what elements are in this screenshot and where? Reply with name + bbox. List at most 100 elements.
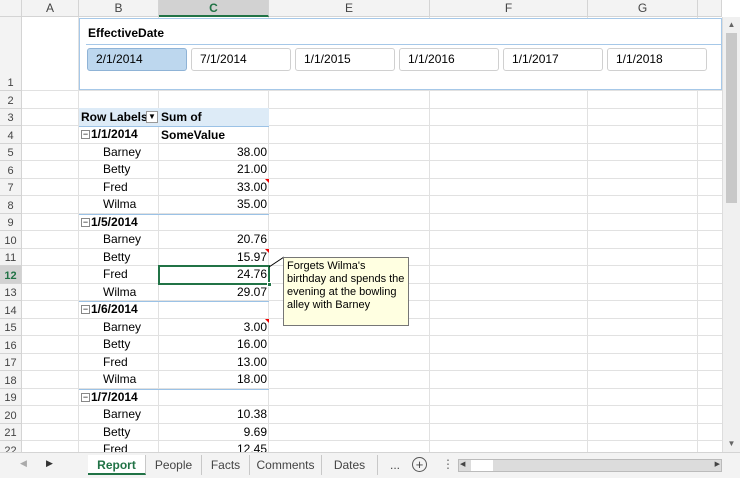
item-value[interactable]: 38.00 (159, 144, 267, 161)
row-header-14[interactable]: 14 (0, 301, 22, 319)
slicer-item[interactable]: 1/1/2017 (503, 48, 603, 71)
next-sheet-icon[interactable]: ▶ (46, 458, 53, 469)
item-name[interactable]: Betty (103, 161, 130, 178)
group-date-row[interactable]: −1/1/2014 (81, 126, 138, 143)
column-header-F[interactable]: F (430, 0, 588, 17)
item-value[interactable]: 13.00 (159, 354, 267, 371)
collapse-icon[interactable]: − (81, 305, 90, 315)
group-date: 1/5/2014 (91, 214, 138, 229)
item-value[interactable]: 9.69 (159, 424, 267, 441)
item-name[interactable]: Wilma (103, 284, 136, 301)
item-name[interactable]: Fred (103, 179, 128, 196)
scroll-thumb[interactable] (726, 33, 737, 203)
sheet-tab-report[interactable]: Report (88, 455, 146, 475)
slicer-item[interactable]: 2/1/2014 (87, 48, 187, 71)
scroll-up-icon[interactable]: ▲ (723, 17, 740, 33)
scroll-right-icon[interactable]: ▶ (715, 460, 720, 468)
group-date-row[interactable]: −1/5/2014 (81, 214, 138, 231)
row-header-3[interactable]: 3 (0, 108, 22, 126)
item-name[interactable]: Barney (103, 231, 141, 248)
item-value[interactable]: 18.00 (159, 371, 267, 388)
scroll-down-icon[interactable]: ▼ (723, 436, 740, 452)
group-date-row[interactable]: −1/6/2014 (81, 301, 138, 318)
sheet-tab-facts[interactable]: Facts (202, 455, 250, 475)
row-header-21[interactable]: 21 (0, 423, 22, 441)
item-name[interactable]: Barney (103, 144, 141, 161)
item-value[interactable]: 29.07 (159, 284, 267, 301)
slicer-item[interactable]: 7/1/2014 (191, 48, 291, 71)
item-value[interactable]: 21.00 (159, 161, 267, 178)
row-header-1[interactable]: 1 (0, 17, 22, 91)
row-header-13[interactable]: 13 (0, 283, 22, 301)
column-header-E[interactable]: E (269, 0, 430, 17)
item-value[interactable]: 10.38 (159, 406, 267, 423)
sheet-tab-comments[interactable]: Comments (250, 455, 322, 475)
row-labels-header[interactable]: Row Labels ▼ (79, 108, 159, 126)
item-value[interactable]: 20.76 (159, 231, 267, 248)
horizontal-scrollbar[interactable]: ◀ ▶ (458, 459, 722, 472)
collapse-icon[interactable]: − (81, 130, 90, 140)
row-header-12[interactable]: 12 (0, 266, 22, 284)
item-value[interactable]: 15.97 (159, 249, 267, 266)
vertical-scrollbar[interactable]: ▲ ▼ (722, 17, 740, 452)
item-name[interactable]: Betty (103, 424, 130, 441)
item-name[interactable]: Barney (103, 319, 141, 336)
comment-indicator (265, 178, 269, 183)
row-header-7[interactable]: 7 (0, 178, 22, 196)
group-date: 1/1/2014 (91, 127, 138, 141)
item-value[interactable]: 33.00 (159, 179, 267, 196)
group-date: 1/7/2014 (91, 389, 138, 404)
column-header-A[interactable]: A (22, 0, 79, 17)
column-header-partial[interactable] (698, 0, 722, 17)
add-sheet-icon[interactable]: + (412, 457, 427, 472)
item-name[interactable]: Fred (103, 354, 128, 371)
row-header-8[interactable]: 8 (0, 196, 22, 214)
item-value[interactable]: 35.00 (159, 196, 267, 213)
splitter-handle[interactable]: ⋮ (442, 457, 454, 471)
item-name[interactable]: Wilma (103, 371, 136, 388)
item-name[interactable]: Wilma (103, 196, 136, 213)
selected-cell-c12[interactable] (158, 265, 270, 285)
row-header-15[interactable]: 15 (0, 318, 22, 336)
h-scroll-thumb[interactable] (471, 460, 493, 471)
collapse-icon[interactable]: − (81, 217, 90, 227)
sheet-tab-dates[interactable]: Dates (322, 455, 378, 475)
row-header-10[interactable]: 10 (0, 231, 22, 249)
item-name[interactable]: Betty (103, 336, 130, 353)
column-header-G[interactable]: G (588, 0, 698, 17)
scroll-left-icon[interactable]: ◀ (460, 460, 465, 468)
item-name[interactable]: Barney (103, 406, 141, 423)
select-all-corner[interactable] (0, 0, 22, 17)
collapse-icon[interactable]: − (81, 392, 90, 402)
column-header-B[interactable]: B (79, 0, 159, 17)
row-header-16[interactable]: 16 (0, 336, 22, 354)
item-value[interactable]: 16.00 (159, 336, 267, 353)
row-header-6[interactable]: 6 (0, 161, 22, 179)
item-value[interactable]: 3.00 (159, 319, 267, 336)
row-header-19[interactable]: 19 (0, 388, 22, 406)
group-date-row[interactable]: −1/7/2014 (81, 389, 138, 406)
sheet-tab-people[interactable]: People (146, 455, 202, 475)
filter-dropdown-icon[interactable]: ▼ (146, 111, 158, 123)
slicer-item[interactable]: 1/1/2016 (399, 48, 499, 71)
row-header-18[interactable]: 18 (0, 371, 22, 389)
more-sheets-button[interactable]: ... (390, 458, 400, 472)
fill-handle[interactable] (267, 282, 272, 287)
item-name[interactable]: Fred (103, 266, 128, 283)
slicer-divider (86, 44, 721, 45)
column-header-C[interactable]: C (159, 0, 269, 17)
item-name[interactable]: Betty (103, 249, 130, 266)
row-header-11[interactable]: 11 (0, 248, 22, 266)
row-header-4[interactable]: 4 (0, 126, 22, 144)
slicer-item[interactable]: 1/1/2015 (295, 48, 395, 71)
row-header-17[interactable]: 17 (0, 353, 22, 371)
cell-comment: Forgets Wilma's birthday and spends the … (283, 257, 409, 326)
row-header-20[interactable]: 20 (0, 406, 22, 424)
row-header-5[interactable]: 5 (0, 143, 22, 161)
effective-date-slicer[interactable]: EffectiveDate 2/1/2014 7/1/2014 1/1/2015 1/… (79, 18, 722, 90)
value-header: Sum of SomeValue (159, 108, 269, 142)
row-header-9[interactable]: 9 (0, 213, 22, 231)
row-header-2[interactable]: 2 (0, 91, 22, 109)
prev-sheet-icon[interactable]: ◀ (20, 458, 27, 469)
slicer-item[interactable]: 1/1/2018 (607, 48, 707, 71)
